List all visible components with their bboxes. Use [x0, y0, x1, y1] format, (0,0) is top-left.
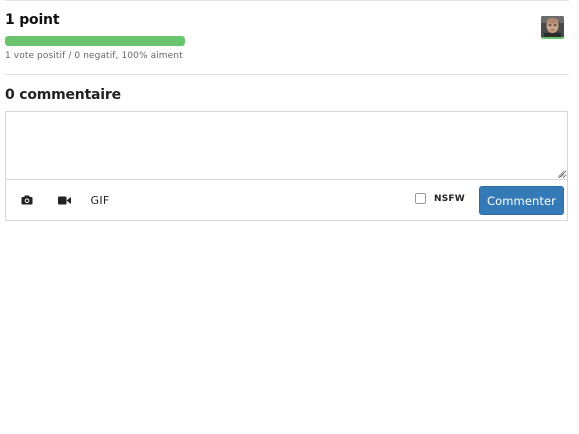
- submit-comment-button[interactable]: Commenter: [479, 186, 564, 215]
- comment-input[interactable]: [6, 112, 567, 180]
- add-photo-button[interactable]: [16, 189, 38, 211]
- camera-icon: [21, 195, 33, 205]
- points-count: 1 point: [5, 12, 60, 28]
- user-avatar-photo: [541, 16, 564, 37]
- top-divider: [5, 0, 569, 1]
- comments-heading: 0 commentaire: [5, 87, 121, 103]
- voter-avatar[interactable]: [541, 16, 564, 39]
- nsfw-label: NSFW: [434, 193, 465, 204]
- comment-form: GIF NSFW Commenter: [5, 111, 568, 221]
- vote-summary: 1 vote positif / 0 negatif, 100% aiment: [5, 51, 183, 61]
- nsfw-toggle[interactable]: NSFW: [415, 193, 465, 204]
- nsfw-checkbox[interactable]: [415, 193, 426, 204]
- post-vote-and-comment-panel: 1 point 1 vote positif / 0 negatif, 100%…: [0, 0, 579, 434]
- video-camera-icon: [57, 196, 71, 204]
- section-divider: [5, 74, 569, 75]
- vote-ratio-fill: [5, 36, 185, 46]
- add-gif-button[interactable]: GIF: [88, 189, 112, 211]
- resize-handle-icon[interactable]: [557, 170, 565, 178]
- add-video-button[interactable]: [53, 189, 75, 211]
- vote-ratio-bar: [5, 36, 185, 46]
